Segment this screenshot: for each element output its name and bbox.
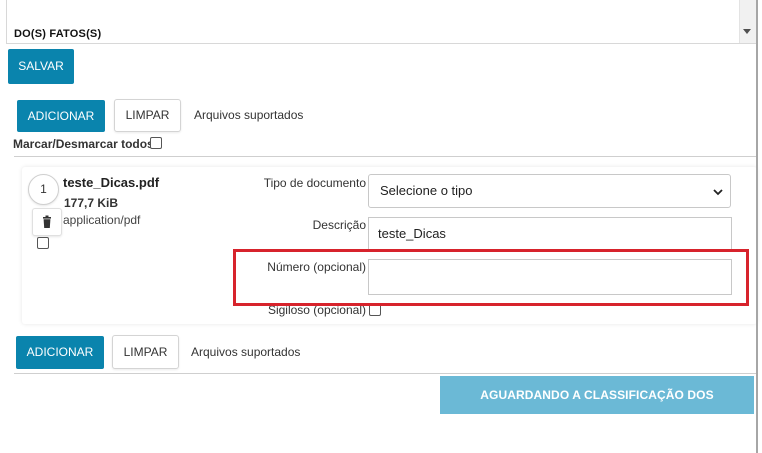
- description-input[interactable]: teste_Dicas: [368, 217, 732, 250]
- facts-textarea-text: DO(S) FATOS(S): [14, 28, 102, 40]
- scroll-down-arrow-icon[interactable]: [743, 29, 751, 34]
- divider: [14, 156, 758, 157]
- awaiting-classification-button[interactable]: AGUARDANDO A CLASSIFICAÇÃO DOS DOCUMENTO…: [440, 376, 754, 440]
- supported-files-link-bottom[interactable]: Arquivos suportados: [191, 345, 300, 359]
- clear-button-bottom[interactable]: LIMPAR: [112, 335, 179, 369]
- clear-button-top[interactable]: LIMPAR: [114, 99, 181, 132]
- delete-file-button[interactable]: [32, 208, 62, 236]
- textarea-scrollbar[interactable]: [739, 0, 757, 43]
- document-type-selected-value: Selecione o tipo: [380, 183, 473, 198]
- highlight-annotation-box: [233, 249, 749, 306]
- facts-textarea[interactable]: [6, 0, 757, 44]
- save-button[interactable]: SALVAR: [8, 49, 74, 84]
- page-edge-border: [756, 0, 758, 453]
- add-file-button-bottom[interactable]: ADICIONAR: [16, 336, 104, 369]
- description-label: Descrição: [312, 218, 366, 232]
- select-all-label: Marcar/Desmarcar todos: [13, 137, 154, 151]
- file-size: 177,7 KiB: [64, 196, 119, 210]
- select-all-checkbox[interactable]: [150, 137, 162, 149]
- chevron-down-icon: [713, 184, 723, 196]
- file-select-checkbox[interactable]: [37, 237, 49, 249]
- document-type-select[interactable]: Selecione o tipo: [368, 174, 731, 208]
- trash-icon: [43, 215, 51, 228]
- supported-files-link-top[interactable]: Arquivos suportados: [194, 108, 303, 122]
- add-file-button-top[interactable]: ADICIONAR: [17, 100, 105, 132]
- file-name: teste_Dicas.pdf: [63, 175, 160, 190]
- file-mime-type: application/pdf: [63, 213, 141, 227]
- document-type-label: Tipo de documento: [263, 176, 366, 190]
- file-index-badge: 1: [28, 174, 59, 205]
- divider: [14, 373, 758, 374]
